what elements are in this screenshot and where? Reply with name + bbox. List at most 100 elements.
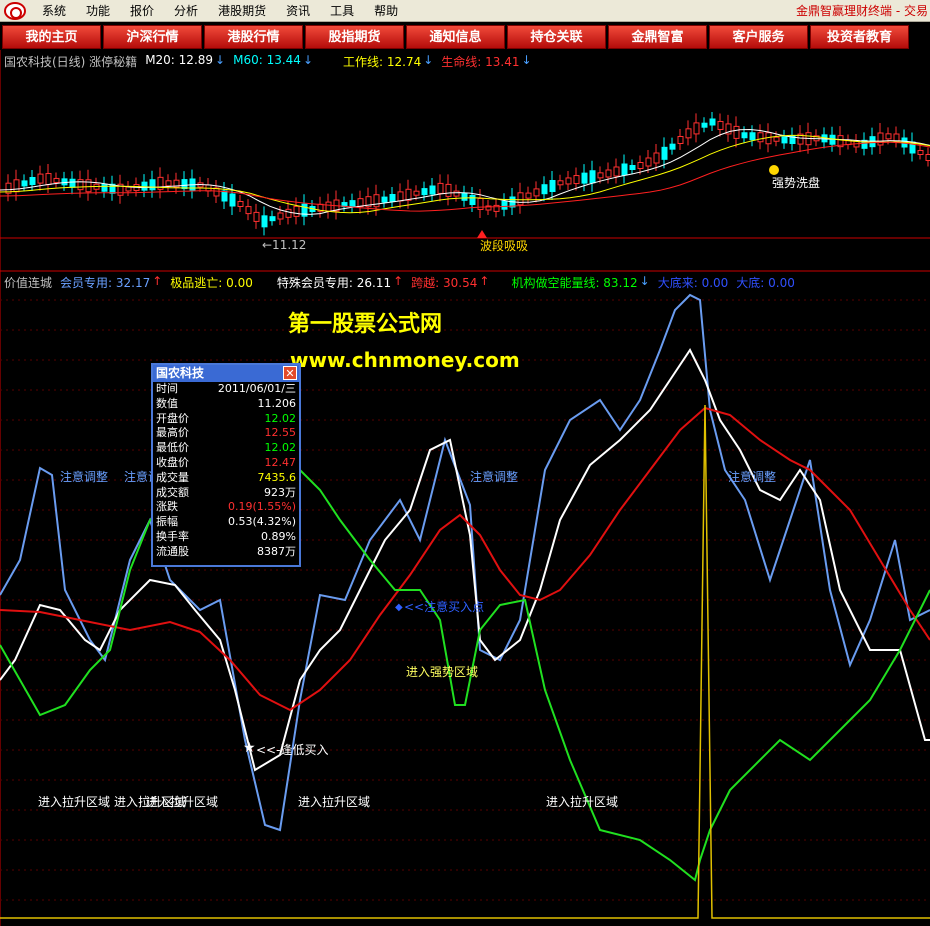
candle-body [549, 180, 556, 192]
info-row-value: 12.02 [264, 411, 297, 425]
candle-body [597, 172, 604, 179]
lift-zone-label: 进入拉升区域 [298, 795, 371, 809]
candle-body [45, 173, 52, 186]
candle-body [245, 206, 252, 215]
candle-body [325, 201, 332, 212]
candle-body [101, 183, 108, 192]
candle-body [533, 188, 540, 197]
candle-body [701, 122, 708, 128]
candle-body [885, 133, 892, 140]
candle-body [685, 128, 692, 139]
candle-body [733, 125, 740, 139]
candle-body [69, 178, 76, 188]
candle-body [277, 212, 284, 220]
watermark-url: www.chnmoney.com [290, 348, 520, 372]
candle-body [629, 165, 636, 170]
info-row-key: 收盘价 [156, 455, 189, 469]
chart-canvas[interactable]: ★ ◆ [0, 0, 930, 926]
info-popup-title-text: 国农科技 [156, 366, 205, 380]
candle-body [357, 198, 364, 208]
info-row-value: 8387万 [257, 544, 296, 558]
info-rows: 时间 2011/06/01/三 数值 11.206 开盘价 12.02 最高价 12.55 最低… [153, 382, 299, 560]
close-icon[interactable]: ✕ [283, 366, 297, 380]
info-row-key: 数值 [156, 396, 178, 410]
info-row-value: 11.206 [257, 396, 297, 410]
candle-body [253, 211, 260, 222]
info-row-value: 0.89% [261, 529, 296, 543]
candle-body [405, 188, 412, 201]
candle-body [469, 195, 476, 205]
candle-body [77, 179, 84, 191]
info-row: 最低价 12.02 [153, 441, 299, 456]
candle-body [53, 177, 60, 183]
bottom-buy-label: <<-逢低买入 [256, 743, 329, 757]
candle-body [381, 196, 388, 203]
info-row: 成交额 923万 [153, 486, 299, 501]
candle-body [285, 208, 292, 218]
candle-body [613, 166, 620, 177]
info-row-value: 7435.6 [257, 470, 297, 484]
info-row-key: 涨跌 [156, 500, 178, 514]
info-row-key: 最高价 [156, 426, 189, 440]
info-row-key: 成交额 [156, 485, 189, 499]
candle-body [541, 184, 548, 195]
candle-body [373, 194, 380, 208]
candle-body [237, 201, 244, 207]
info-row-value: 12.55 [264, 426, 297, 440]
candle-body [61, 178, 68, 186]
candle-body [557, 180, 564, 186]
wash-signal-label: 强势洗盘 [772, 176, 821, 190]
candle-body [581, 172, 588, 184]
candle-body [637, 162, 644, 169]
candle-body [149, 179, 156, 191]
info-row: 振幅 0.53(4.32%) [153, 515, 299, 530]
candle-body [389, 194, 396, 202]
candle-body [749, 132, 756, 141]
candle-body [477, 198, 484, 210]
low-marker: ←11.12 [262, 238, 307, 252]
candle-body [445, 183, 452, 197]
watermark-title: 第一股票公式网 [288, 312, 443, 337]
candle-body [773, 136, 780, 142]
candle-body [37, 173, 44, 184]
caution-label: 注意调整 [728, 470, 777, 484]
info-row-value: 12.02 [264, 441, 297, 455]
wave-signal-label: 波段吸吸 [480, 239, 529, 253]
info-row: 涨跌 0.19(1.55%) [153, 500, 299, 515]
candle-body [13, 179, 20, 193]
candle-body [893, 133, 900, 142]
strong-zone-label: 进入强势区域 [406, 665, 479, 679]
info-row-key: 成交量 [156, 470, 189, 484]
info-row: 时间 2011/06/01/三 [153, 382, 299, 397]
info-row-value: 12.47 [264, 455, 297, 469]
lift-zone-label: 进入拉升区域 [38, 795, 111, 809]
candle-body [677, 136, 684, 144]
info-popup-title[interactable]: 国农科技 ✕ [153, 365, 299, 382]
candle-body [717, 120, 724, 130]
candle-body [165, 180, 172, 187]
candle-body [525, 192, 532, 199]
info-row-key: 换手率 [156, 529, 189, 543]
candle-body [917, 150, 924, 155]
info-row-value: 0.53(4.32%) [227, 515, 296, 529]
info-popup[interactable]: 国农科技 ✕ 时间 2011/06/01/三 数值 11.206 开盘价 12.02 最高价… [151, 363, 301, 567]
special-line [0, 348, 930, 772]
info-row: 最高价 12.55 [153, 426, 299, 441]
candle-body [925, 154, 930, 161]
candle-body [645, 157, 652, 167]
info-row: 数值 11.206 [153, 397, 299, 412]
candle-body [669, 143, 676, 150]
info-row-value: 2011/06/01/三 [217, 382, 296, 395]
candle-body [589, 170, 596, 184]
candle-body [181, 179, 188, 190]
candle-body [517, 192, 524, 206]
candle-body [413, 190, 420, 196]
lift-zone-label: 进入拉升区域 [146, 795, 219, 809]
info-row: 收盘价 12.47 [153, 456, 299, 471]
candle-body [565, 177, 572, 185]
candle-body [781, 136, 788, 144]
caution-label: 注意调整 [60, 470, 109, 484]
candle-body [573, 175, 580, 185]
candle-body [757, 132, 764, 143]
info-row-key: 流通股 [156, 544, 189, 558]
